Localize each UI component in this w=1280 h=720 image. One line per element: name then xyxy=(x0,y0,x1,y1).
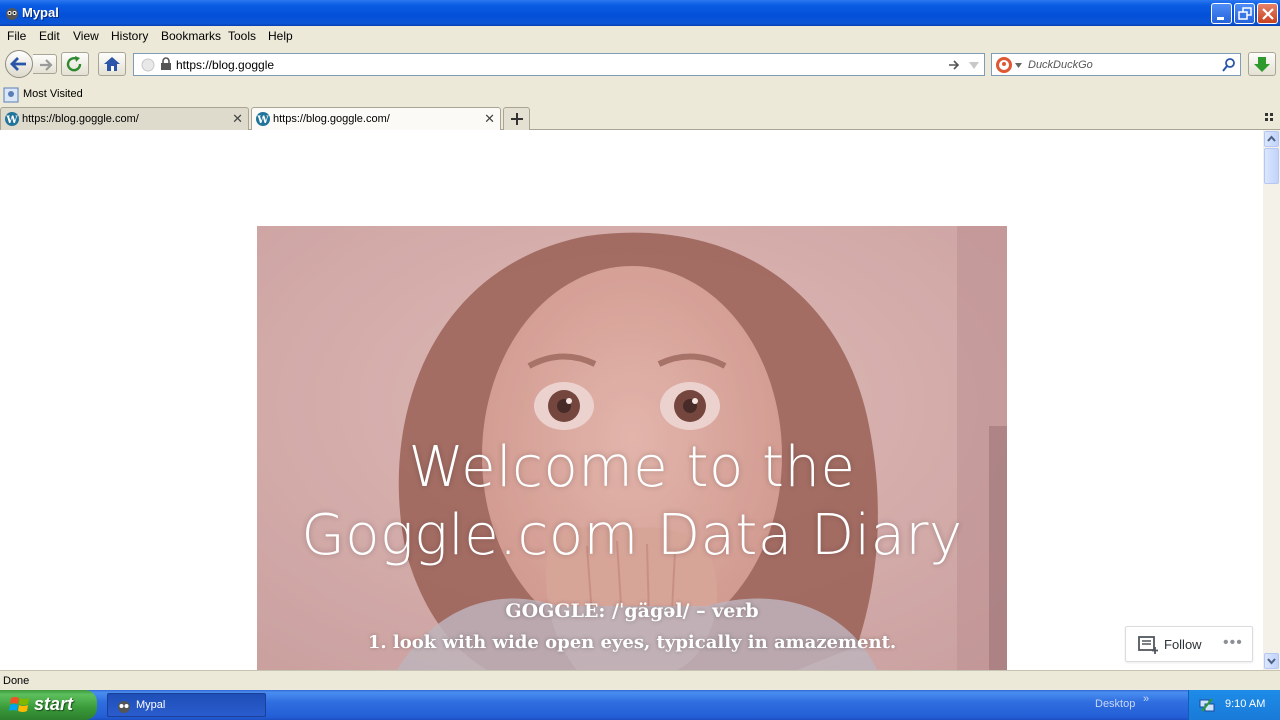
reader-follow-icon[interactable] xyxy=(1138,635,1160,655)
home-icon xyxy=(104,57,120,71)
home-button[interactable] xyxy=(98,52,126,76)
wordpress-favicon-icon: W xyxy=(5,112,19,126)
tab-label: https://blog.goggle.com/ xyxy=(22,113,139,125)
mypal-app-icon xyxy=(118,701,130,713)
forward-button[interactable] xyxy=(33,54,57,74)
go-arrow-icon[interactable] xyxy=(947,58,961,72)
page-content: Welcome to the Goggle.com Data Diary GOG… xyxy=(0,130,1263,670)
start-button[interactable]: start xyxy=(0,690,97,720)
hero-title-line2: Goggle.com Data Diary xyxy=(301,503,963,568)
scroll-up-button[interactable] xyxy=(1264,131,1279,147)
menu-bookmarks[interactable]: Bookmarks xyxy=(161,29,221,43)
svg-text:W: W xyxy=(256,115,269,126)
site-identity-icon[interactable] xyxy=(140,57,156,73)
hero-banner: Welcome to the Goggle.com Data Diary GOG… xyxy=(257,226,1007,670)
restore-button[interactable] xyxy=(1234,3,1255,24)
back-arrow-icon xyxy=(10,57,26,71)
title-bar: Mypal xyxy=(0,0,1280,26)
new-tab-button[interactable] xyxy=(503,107,530,130)
menu-file[interactable]: File xyxy=(7,29,26,43)
url-dropdown-icon[interactable] xyxy=(968,61,980,71)
mypal-app-icon xyxy=(6,8,18,20)
vertical-scrollbar[interactable] xyxy=(1263,130,1280,670)
tab-strip: W https://blog.goggle.com/ ✕ W https://b… xyxy=(0,106,1280,131)
tab-blog-goggle-1[interactable]: W https://blog.goggle.com/ ✕ xyxy=(0,107,249,130)
clock: 9:10 AM xyxy=(1225,698,1266,710)
follow-widget: Follow ••• xyxy=(1125,626,1253,662)
window-title: Mypal xyxy=(22,5,59,20)
search-bar[interactable]: DuckDuckGo xyxy=(991,53,1241,76)
close-icon xyxy=(1262,8,1274,20)
desktop-toolbar-chevron[interactable]: » xyxy=(1143,693,1149,705)
menu-tools[interactable]: Tools xyxy=(228,29,256,43)
more-options-icon[interactable]: ••• xyxy=(1223,634,1243,652)
svg-text:W: W xyxy=(5,115,18,126)
bookmark-most-visited[interactable]: Most Visited xyxy=(23,88,83,100)
scroll-down-button[interactable] xyxy=(1264,653,1279,669)
system-tray: 9:10 AM xyxy=(1188,690,1280,720)
tab-blog-goggle-2[interactable]: W https://blog.goggle.com/ ✕ xyxy=(251,107,501,131)
forward-arrow-icon xyxy=(40,59,53,71)
close-button[interactable] xyxy=(1257,3,1278,24)
tab-label: https://blog.goggle.com/ xyxy=(273,113,390,125)
bookmarks-toolbar: Most Visited xyxy=(0,84,1280,106)
engine-dropdown-icon[interactable] xyxy=(1015,63,1023,69)
menu-history[interactable]: History xyxy=(111,29,148,43)
search-placeholder: DuckDuckGo xyxy=(1028,59,1093,71)
back-button[interactable] xyxy=(5,50,33,78)
menu-view[interactable]: View xyxy=(73,29,99,43)
taskbar-item-mypal[interactable]: Mypal xyxy=(107,693,266,717)
tab-list-icon[interactable] xyxy=(1264,112,1276,124)
download-arrow-icon xyxy=(1254,57,1270,72)
menu-help[interactable]: Help xyxy=(268,29,293,43)
navigation-toolbar: https://blog.goggle DuckDuckGo xyxy=(0,46,1280,84)
hero-title-line1: Welcome to the xyxy=(408,435,856,500)
most-visited-icon xyxy=(3,87,19,103)
url-text: https://blog.goggle xyxy=(176,58,275,72)
scroll-thumb[interactable] xyxy=(1264,148,1279,184)
menu-edit[interactable]: Edit xyxy=(39,29,60,43)
network-tray-icon[interactable] xyxy=(1199,697,1215,713)
windows-logo-icon xyxy=(9,697,29,712)
restore-icon xyxy=(1238,7,1252,20)
duckduckgo-icon[interactable] xyxy=(995,56,1013,74)
follow-button[interactable]: Follow xyxy=(1164,637,1202,652)
start-label: start xyxy=(34,694,74,714)
hero-title: Welcome to the Goggle.com Data Diary xyxy=(257,434,1007,570)
status-text: Done xyxy=(3,675,30,687)
menu-bar: File Edit View History Bookmarks Tools H… xyxy=(0,26,1280,46)
search-icon[interactable] xyxy=(1221,57,1237,73)
status-bar: Done xyxy=(0,670,1280,690)
url-bar[interactable]: https://blog.goggle xyxy=(133,53,985,76)
tab-close-icon[interactable]: ✕ xyxy=(232,111,243,127)
reload-icon xyxy=(66,56,82,72)
hero-definition-heading: GOGGLE: /ˈgägəl/ – verb xyxy=(505,600,759,622)
lock-icon xyxy=(161,57,171,70)
wordpress-favicon-icon: W xyxy=(256,112,270,126)
taskbar-item-label: Mypal xyxy=(136,699,166,711)
chevron-down-icon xyxy=(1267,658,1276,665)
minimize-icon xyxy=(1217,17,1224,20)
reload-button[interactable] xyxy=(61,52,89,76)
minimize-button[interactable] xyxy=(1211,3,1232,24)
tab-close-icon[interactable]: ✕ xyxy=(484,111,495,127)
plus-icon xyxy=(510,113,523,125)
desktop-toolbar-label[interactable]: Desktop xyxy=(1095,698,1135,710)
taskbar: start Mypal Desktop » 9:10 AM xyxy=(0,690,1280,720)
hero-definition-text: 1. look with wide open eyes, typically i… xyxy=(367,632,897,653)
downloads-button[interactable] xyxy=(1248,52,1276,76)
chevron-up-icon xyxy=(1267,135,1276,142)
